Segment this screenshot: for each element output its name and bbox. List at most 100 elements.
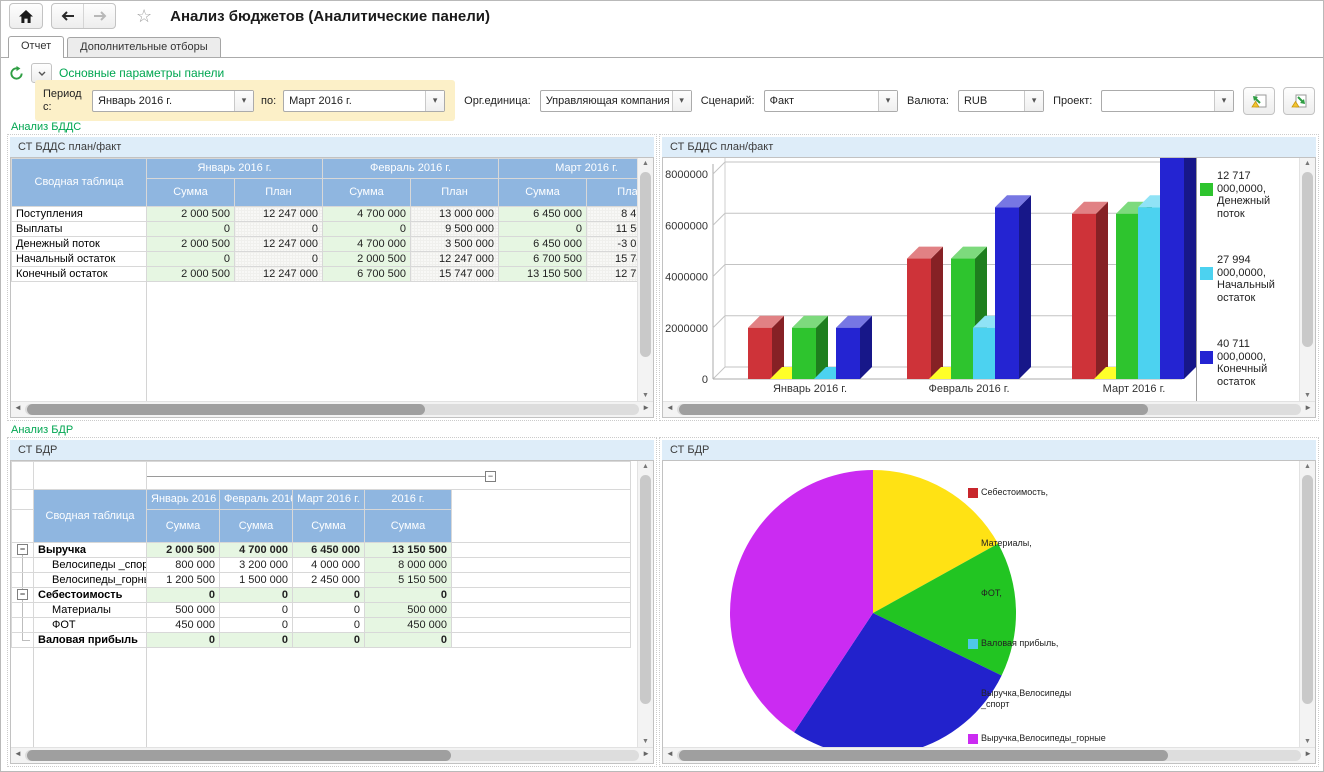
table-row: Конечный остаток 2 000 500 12 247 000 6 … xyxy=(12,267,638,282)
table-row: Материалы 500 000 0 0 500 000 xyxy=(12,603,631,618)
bdds-chart-panel-title: СТ БДДС план/факт xyxy=(662,137,1316,157)
pie-legend-entry: Выручка,Велосипеды_горные xyxy=(968,733,1061,744)
value-cell: 0 xyxy=(499,222,587,237)
back-button[interactable] xyxy=(52,4,83,28)
page-title: Анализ бюджетов (Аналитические панели) xyxy=(170,8,490,25)
value-cell: 0 xyxy=(365,588,452,603)
scroll-up-icon[interactable]: ▲ xyxy=(638,463,653,470)
spacer-cell xyxy=(452,588,631,603)
scroll-down-icon[interactable]: ▼ xyxy=(638,392,653,399)
value-cell: 1 500 000 xyxy=(220,573,293,588)
spacer-cell xyxy=(452,573,631,588)
forward-button[interactable] xyxy=(83,4,115,28)
bdr-chart-quadrant: СТ БДР Себестоимость,Материалы,ФОТ,Валов… xyxy=(659,437,1319,767)
org-unit-combo[interactable]: Управляющая компания ▾ xyxy=(540,90,692,112)
period-to-value: Март 2016 г. xyxy=(284,91,425,111)
collapse-group-button[interactable]: − xyxy=(17,544,28,555)
bdr-pivot-table: − Сводная таблица Январь 2016 г. Февраль… xyxy=(11,461,631,648)
scroll-up-icon[interactable]: ▲ xyxy=(1300,463,1315,470)
bdr-pie-chart: Себестоимость,Материалы,ФОТ,Валовая приб… xyxy=(663,461,1299,747)
bdr-pie-legend: Себестоимость,Материалы,ФОТ,Валовая приб… xyxy=(968,461,1088,747)
scroll-down-icon[interactable]: ▼ xyxy=(638,738,653,745)
scenario-combo[interactable]: Факт ▾ xyxy=(764,90,898,112)
dropdown-icon[interactable]: ▾ xyxy=(425,91,444,111)
scrollbar-thumb[interactable] xyxy=(640,475,651,704)
expander-cell xyxy=(12,558,34,573)
currency-label: Валюта: xyxy=(907,95,949,107)
period-from-value: Январь 2016 г. xyxy=(93,91,234,111)
scroll-up-icon[interactable]: ▲ xyxy=(1300,160,1315,167)
dropdown-icon[interactable]: ▾ xyxy=(672,91,691,111)
row-label-cell: Выручка xyxy=(34,543,147,558)
tree-line xyxy=(22,640,30,641)
dropdown-icon[interactable]: ▾ xyxy=(878,91,897,111)
vertical-scrollbar[interactable]: ▲ ▼ xyxy=(637,461,653,747)
bdr-pivot-area: − Сводная таблица Январь 2016 г. Февраль… xyxy=(11,461,637,747)
scroll-right-icon[interactable]: ► xyxy=(642,403,650,412)
scrollbar-thumb[interactable] xyxy=(679,750,1168,761)
scroll-down-icon[interactable]: ▼ xyxy=(1300,392,1315,399)
period-to-label: по: xyxy=(261,95,276,107)
favorite-star-icon[interactable]: ☆ xyxy=(136,6,152,27)
scrollbar-thumb[interactable] xyxy=(640,172,651,357)
dropdown-icon[interactable]: ▾ xyxy=(1214,91,1233,111)
svg-text:Февраль 2016 г.: Февраль 2016 г. xyxy=(928,383,1009,395)
project-combo[interactable]: ▾ xyxy=(1101,90,1234,112)
collapse-group-button[interactable]: − xyxy=(17,589,28,600)
value-cell: 11 500 000 xyxy=(587,222,637,237)
table-row: Велосипеды _спорт 800 000 3 200 000 4 00… xyxy=(12,558,631,573)
bar-legend-entry: 12 717 000,0000, Денежный поток xyxy=(1200,170,1299,221)
value-cell: 12 247 000 xyxy=(235,267,323,282)
refresh-icon[interactable] xyxy=(9,66,24,81)
scrollbar-thumb[interactable] xyxy=(679,404,1148,415)
scroll-down-icon[interactable]: ▼ xyxy=(1300,738,1315,745)
scrollbar-thumb[interactable] xyxy=(1302,475,1313,704)
value-cell: 0 xyxy=(220,618,293,633)
value-cell: 0 xyxy=(235,222,323,237)
export-document-icon xyxy=(1250,93,1268,109)
horizontal-scrollbar[interactable]: ◄ ► xyxy=(663,401,1315,417)
dropdown-icon[interactable]: ▾ xyxy=(234,91,253,111)
home-button[interactable] xyxy=(9,3,43,29)
legend-swatch xyxy=(1200,351,1213,364)
scroll-right-icon[interactable]: ► xyxy=(642,749,650,758)
corner-header: Сводная таблица xyxy=(12,159,147,207)
value-cell: 0 xyxy=(147,588,220,603)
scrollbar-thumb[interactable] xyxy=(27,750,451,761)
vertical-scrollbar[interactable]: ▲ ▼ xyxy=(1299,461,1315,747)
currency-combo[interactable]: RUB ▾ xyxy=(958,90,1044,112)
legend-label: 40 711 000,0000, Конечный остаток xyxy=(1217,338,1299,389)
period-from-combo[interactable]: Январь 2016 г. ▾ xyxy=(92,90,254,112)
collapse-columns-button[interactable]: − xyxy=(485,471,496,482)
scroll-right-icon[interactable]: ► xyxy=(1304,403,1312,412)
horizontal-scrollbar[interactable]: ◄ ► xyxy=(663,747,1315,763)
expander-cell xyxy=(12,573,34,588)
period-to-combo[interactable]: Март 2016 г. ▾ xyxy=(283,90,445,112)
svg-text:4000000: 4000000 xyxy=(665,272,708,284)
scroll-up-icon[interactable]: ▲ xyxy=(638,160,653,167)
import-report-button[interactable] xyxy=(1283,87,1315,115)
scrollbar-thumb[interactable] xyxy=(1302,172,1313,347)
tab-additional-filters[interactable]: Дополнительные отборы xyxy=(67,37,221,57)
row-label-cell: Валовая прибыль xyxy=(34,633,147,648)
horizontal-scrollbar[interactable]: ◄ ► xyxy=(11,747,653,763)
spacer-cell xyxy=(452,543,631,558)
scroll-left-icon[interactable]: ◄ xyxy=(666,403,674,412)
spacer-cell xyxy=(12,490,34,510)
tab-report[interactable]: Отчет xyxy=(8,36,64,58)
legend-swatch xyxy=(1200,183,1213,196)
scroll-left-icon[interactable]: ◄ xyxy=(14,403,22,412)
row-label-cell: Поступления xyxy=(12,207,147,222)
scroll-left-icon[interactable]: ◄ xyxy=(666,749,674,758)
horizontal-scrollbar[interactable]: ◄ ► xyxy=(11,401,653,417)
scroll-right-icon[interactable]: ► xyxy=(1304,749,1312,758)
value-cell: 0 xyxy=(365,633,452,648)
value-cell: 0 xyxy=(220,633,293,648)
vertical-scrollbar[interactable]: ▲ ▼ xyxy=(1299,158,1315,401)
home-icon xyxy=(18,9,34,24)
export-report-button[interactable] xyxy=(1243,87,1275,115)
scrollbar-thumb[interactable] xyxy=(27,404,425,415)
scroll-left-icon[interactable]: ◄ xyxy=(14,749,22,758)
vertical-scrollbar[interactable]: ▲ ▼ xyxy=(637,158,653,401)
dropdown-icon[interactable]: ▾ xyxy=(1024,91,1043,111)
